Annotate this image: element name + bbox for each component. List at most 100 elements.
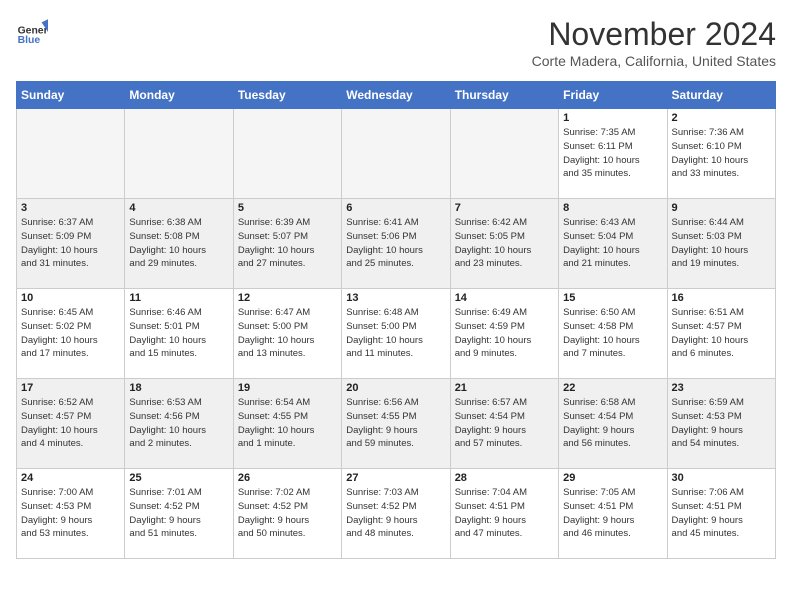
calendar-day: 6 Sunrise: 6:41 AM Sunset: 5:06 PM Daylig… xyxy=(342,199,450,289)
calendar-day: 5 Sunrise: 6:39 AM Sunset: 5:07 PM Daylig… xyxy=(233,199,341,289)
day-number: 28 xyxy=(455,472,554,484)
calendar-day: 4 Sunrise: 6:38 AM Sunset: 5:08 PM Daylig… xyxy=(125,199,233,289)
day-info: Sunrise: 6:39 AM Sunset: 5:07 PM Dayligh… xyxy=(238,216,337,271)
calendar-week-3: 10 Sunrise: 6:45 AM Sunset: 5:02 PM Dayli… xyxy=(17,289,776,379)
calendar-day: 7Sunrise: 6:42 AM Sunset: 5:05 PM Daylig… xyxy=(450,199,558,289)
weekday-header-tuesday: Tuesday xyxy=(233,82,341,109)
day-number: 22 xyxy=(563,382,662,394)
logo-icon: General Blue xyxy=(16,16,48,48)
calendar-day: 1Sunrise: 7:35 AM Sunset: 6:11 PM Daylig… xyxy=(559,109,667,199)
calendar-day: 27 Sunrise: 7:03 AM Sunset: 4:52 PM Dayli… xyxy=(342,469,450,559)
calendar-day: 10 Sunrise: 6:45 AM Sunset: 5:02 PM Dayli… xyxy=(17,289,125,379)
day-number: 11 xyxy=(129,292,228,304)
day-info: Sunrise: 7:01 AM Sunset: 4:52 PM Dayligh… xyxy=(129,486,228,541)
day-info: Sunrise: 7:06 AM Sunset: 4:51 PM Dayligh… xyxy=(672,486,771,541)
calendar-day: 29 Sunrise: 7:05 AM Sunset: 4:51 PM Dayli… xyxy=(559,469,667,559)
svg-text:Blue: Blue xyxy=(18,35,41,46)
day-info: Sunrise: 7:36 AM Sunset: 6:10 PM Dayligh… xyxy=(672,126,771,181)
calendar-day: 23 Sunrise: 6:59 AM Sunset: 4:53 PM Dayli… xyxy=(667,379,775,469)
day-info: Sunrise: 6:45 AM Sunset: 5:02 PM Dayligh… xyxy=(21,306,120,361)
day-number: 2 xyxy=(672,112,771,124)
day-number: 16 xyxy=(672,292,771,304)
day-info: Sunrise: 6:59 AM Sunset: 4:53 PM Dayligh… xyxy=(672,396,771,451)
day-number: 24 xyxy=(21,472,120,484)
title-area: November 2024 Corte Madera, California, … xyxy=(532,16,776,69)
weekday-header-sunday: Sunday xyxy=(17,82,125,109)
day-info: Sunrise: 7:00 AM Sunset: 4:53 PM Dayligh… xyxy=(21,486,120,541)
day-number: 14 xyxy=(455,292,554,304)
day-info: Sunrise: 6:50 AM Sunset: 4:58 PM Dayligh… xyxy=(563,306,662,361)
day-number: 13 xyxy=(346,292,445,304)
day-info: Sunrise: 7:04 AM Sunset: 4:51 PM Dayligh… xyxy=(455,486,554,541)
day-info: Sunrise: 6:49 AM Sunset: 4:59 PM Dayligh… xyxy=(455,306,554,361)
day-number: 12 xyxy=(238,292,337,304)
day-info: Sunrise: 6:38 AM Sunset: 5:08 PM Dayligh… xyxy=(129,216,228,271)
day-number: 6 xyxy=(346,202,445,214)
day-info: Sunrise: 6:37 AM Sunset: 5:09 PM Dayligh… xyxy=(21,216,120,271)
day-number: 23 xyxy=(672,382,771,394)
calendar-week-2: 3 Sunrise: 6:37 AM Sunset: 5:09 PM Daylig… xyxy=(17,199,776,289)
day-number: 1 xyxy=(563,112,662,124)
day-number: 8 xyxy=(563,202,662,214)
calendar-day: 26Sunrise: 7:02 AM Sunset: 4:52 PM Dayli… xyxy=(233,469,341,559)
calendar-week-4: 17Sunrise: 6:52 AM Sunset: 4:57 PM Dayli… xyxy=(17,379,776,469)
day-number: 26 xyxy=(238,472,337,484)
day-info: Sunrise: 6:42 AM Sunset: 5:05 PM Dayligh… xyxy=(455,216,554,271)
calendar-day: 20Sunrise: 6:56 AM Sunset: 4:55 PM Dayli… xyxy=(342,379,450,469)
day-info: Sunrise: 6:56 AM Sunset: 4:55 PM Dayligh… xyxy=(346,396,445,451)
calendar-week-1: 1Sunrise: 7:35 AM Sunset: 6:11 PM Daylig… xyxy=(17,109,776,199)
day-info: Sunrise: 7:05 AM Sunset: 4:51 PM Dayligh… xyxy=(563,486,662,541)
calendar-day: 22Sunrise: 6:58 AM Sunset: 4:54 PM Dayli… xyxy=(559,379,667,469)
day-number: 30 xyxy=(672,472,771,484)
day-number: 27 xyxy=(346,472,445,484)
subtitle: Corte Madera, California, United States xyxy=(532,53,776,69)
calendar-day: 8 Sunrise: 6:43 AM Sunset: 5:04 PM Daylig… xyxy=(559,199,667,289)
calendar-day: 17Sunrise: 6:52 AM Sunset: 4:57 PM Dayli… xyxy=(17,379,125,469)
day-number: 21 xyxy=(455,382,554,394)
day-info: Sunrise: 6:52 AM Sunset: 4:57 PM Dayligh… xyxy=(21,396,120,451)
day-info: Sunrise: 6:44 AM Sunset: 5:03 PM Dayligh… xyxy=(672,216,771,271)
calendar-day: 11 Sunrise: 6:46 AM Sunset: 5:01 PM Dayli… xyxy=(125,289,233,379)
weekday-header-monday: Monday xyxy=(125,82,233,109)
day-info: Sunrise: 6:57 AM Sunset: 4:54 PM Dayligh… xyxy=(455,396,554,451)
calendar-table: SundayMondayTuesdayWednesdayThursdayFrid… xyxy=(16,81,776,559)
calendar-day: 25 Sunrise: 7:01 AM Sunset: 4:52 PM Dayli… xyxy=(125,469,233,559)
page-header: General Blue November 2024 Corte Madera,… xyxy=(16,16,776,69)
weekday-header-friday: Friday xyxy=(559,82,667,109)
logo: General Blue xyxy=(16,16,48,48)
weekday-header-wednesday: Wednesday xyxy=(342,82,450,109)
day-number: 10 xyxy=(21,292,120,304)
calendar-day: 21 Sunrise: 6:57 AM Sunset: 4:54 PM Dayli… xyxy=(450,379,558,469)
day-info: Sunrise: 6:48 AM Sunset: 5:00 PM Dayligh… xyxy=(346,306,445,361)
day-info: Sunrise: 6:41 AM Sunset: 5:06 PM Dayligh… xyxy=(346,216,445,271)
calendar-day: 30 Sunrise: 7:06 AM Sunset: 4:51 PM Dayli… xyxy=(667,469,775,559)
calendar-day: 3 Sunrise: 6:37 AM Sunset: 5:09 PM Daylig… xyxy=(17,199,125,289)
weekday-header-thursday: Thursday xyxy=(450,82,558,109)
day-number: 4 xyxy=(129,202,228,214)
calendar-day: 15 Sunrise: 6:50 AM Sunset: 4:58 PM Dayli… xyxy=(559,289,667,379)
calendar-day: 9 Sunrise: 6:44 AM Sunset: 5:03 PM Daylig… xyxy=(667,199,775,289)
calendar-day: 28 Sunrise: 7:04 AM Sunset: 4:51 PM Dayli… xyxy=(450,469,558,559)
calendar-day: 2 Sunrise: 7:36 AM Sunset: 6:10 PM Daylig… xyxy=(667,109,775,199)
day-number: 19 xyxy=(238,382,337,394)
day-info: Sunrise: 6:46 AM Sunset: 5:01 PM Dayligh… xyxy=(129,306,228,361)
day-number: 5 xyxy=(238,202,337,214)
day-number: 9 xyxy=(672,202,771,214)
day-number: 29 xyxy=(563,472,662,484)
day-info: Sunrise: 6:43 AM Sunset: 5:04 PM Dayligh… xyxy=(563,216,662,271)
calendar-day xyxy=(450,109,558,199)
calendar-day xyxy=(233,109,341,199)
calendar-day xyxy=(342,109,450,199)
day-number: 18 xyxy=(129,382,228,394)
day-info: Sunrise: 6:54 AM Sunset: 4:55 PM Dayligh… xyxy=(238,396,337,451)
day-number: 25 xyxy=(129,472,228,484)
day-number: 3 xyxy=(21,202,120,214)
day-info: Sunrise: 6:51 AM Sunset: 4:57 PM Dayligh… xyxy=(672,306,771,361)
calendar-week-5: 24 Sunrise: 7:00 AM Sunset: 4:53 PM Dayli… xyxy=(17,469,776,559)
calendar-day: 16 Sunrise: 6:51 AM Sunset: 4:57 PM Dayli… xyxy=(667,289,775,379)
day-number: 15 xyxy=(563,292,662,304)
calendar-day: 19 Sunrise: 6:54 AM Sunset: 4:55 PM Dayli… xyxy=(233,379,341,469)
weekday-header-saturday: Saturday xyxy=(667,82,775,109)
day-info: Sunrise: 7:03 AM Sunset: 4:52 PM Dayligh… xyxy=(346,486,445,541)
calendar-day: 13 Sunrise: 6:48 AM Sunset: 5:00 PM Dayli… xyxy=(342,289,450,379)
